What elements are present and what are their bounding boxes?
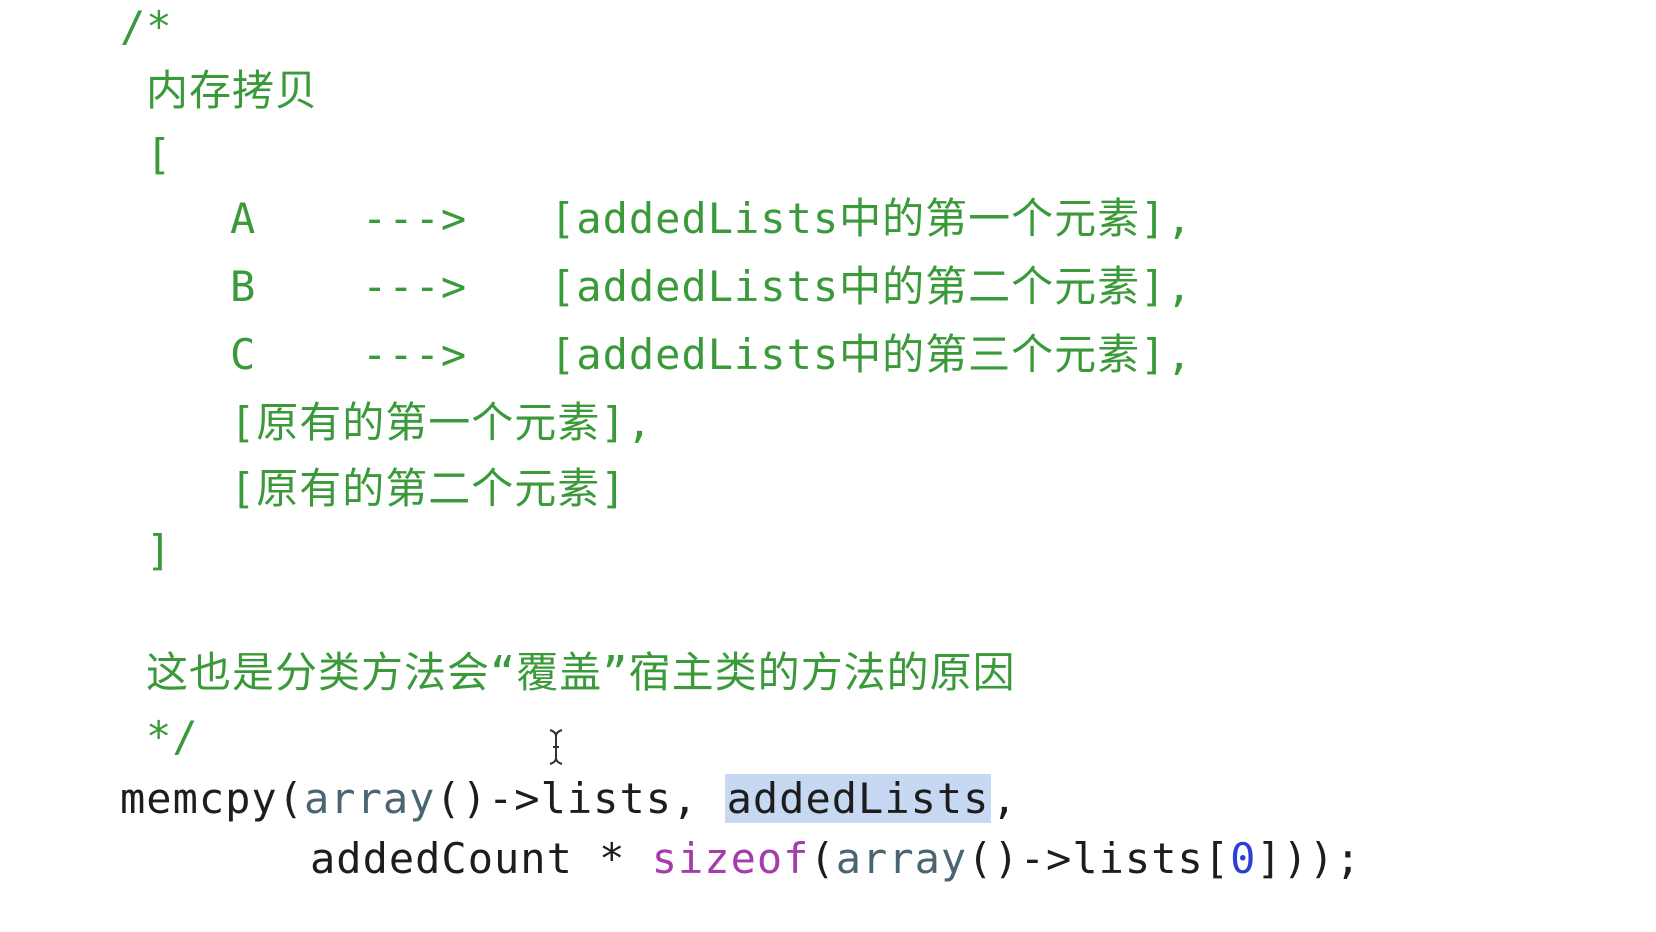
row-label: B — [230, 262, 257, 311]
array-identifier-2: array — [835, 834, 968, 883]
lists-access: ()->lists, — [435, 774, 725, 823]
comma: , — [991, 774, 1018, 823]
comment-row-a: A ---> [addedLists中的第一个元素], — [230, 194, 1192, 244]
row-arrow: ---> — [362, 194, 468, 243]
memcpy-call: memcpy( — [120, 774, 305, 823]
comment-original-1: [原有的第一个元素], — [230, 398, 653, 447]
code-editor[interactable]: /* 内存拷贝 [ A ---> [addedLists中的第一个元素], B ---… — [0, 0, 1656, 932]
index-zero: 0 — [1230, 834, 1257, 883]
lists-index: ()->lists[ — [967, 834, 1231, 883]
array-identifier: array — [304, 774, 436, 823]
row-value: [addedLists中的第三个元素], — [550, 330, 1193, 379]
sizeof-line[interactable]: addedCount * sizeof(array()->lists[0])); — [310, 834, 1362, 884]
comment-original-2: [原有的第二个元素] — [230, 464, 627, 513]
sizeof-keyword: sizeof — [651, 834, 810, 883]
text-cursor-icon — [549, 729, 563, 765]
comment-row-b: B ---> [addedLists中的第二个元素], — [230, 262, 1192, 312]
comment-reason: 这也是分类方法会“覆盖”宿主类的方法的原因 — [146, 648, 1016, 697]
row-arrow: ---> — [362, 262, 468, 311]
comment-bracket-open: [ — [146, 130, 173, 179]
comment-bracket-close: ] — [146, 526, 173, 575]
selected-addedLists[interactable]: addedLists — [724, 774, 992, 823]
comment-open: /* — [120, 2, 173, 51]
row-label: A — [230, 194, 257, 243]
row-arrow: ---> — [362, 330, 468, 379]
comment-close: */ — [146, 712, 199, 761]
row-label: C — [230, 330, 257, 379]
closing-parens: ])); — [1256, 834, 1362, 883]
added-count: addedCount * — [310, 834, 652, 883]
comment-row-c: C ---> [addedLists中的第三个元素], — [230, 330, 1192, 380]
row-value: [addedLists中的第二个元素], — [550, 262, 1193, 311]
comment-title: 内存拷贝 — [146, 66, 319, 115]
row-value: [addedLists中的第一个元素], — [550, 194, 1193, 243]
memcpy-line[interactable]: memcpy(array()->lists, addedLists, — [120, 774, 1018, 824]
open-paren: ( — [809, 834, 836, 883]
